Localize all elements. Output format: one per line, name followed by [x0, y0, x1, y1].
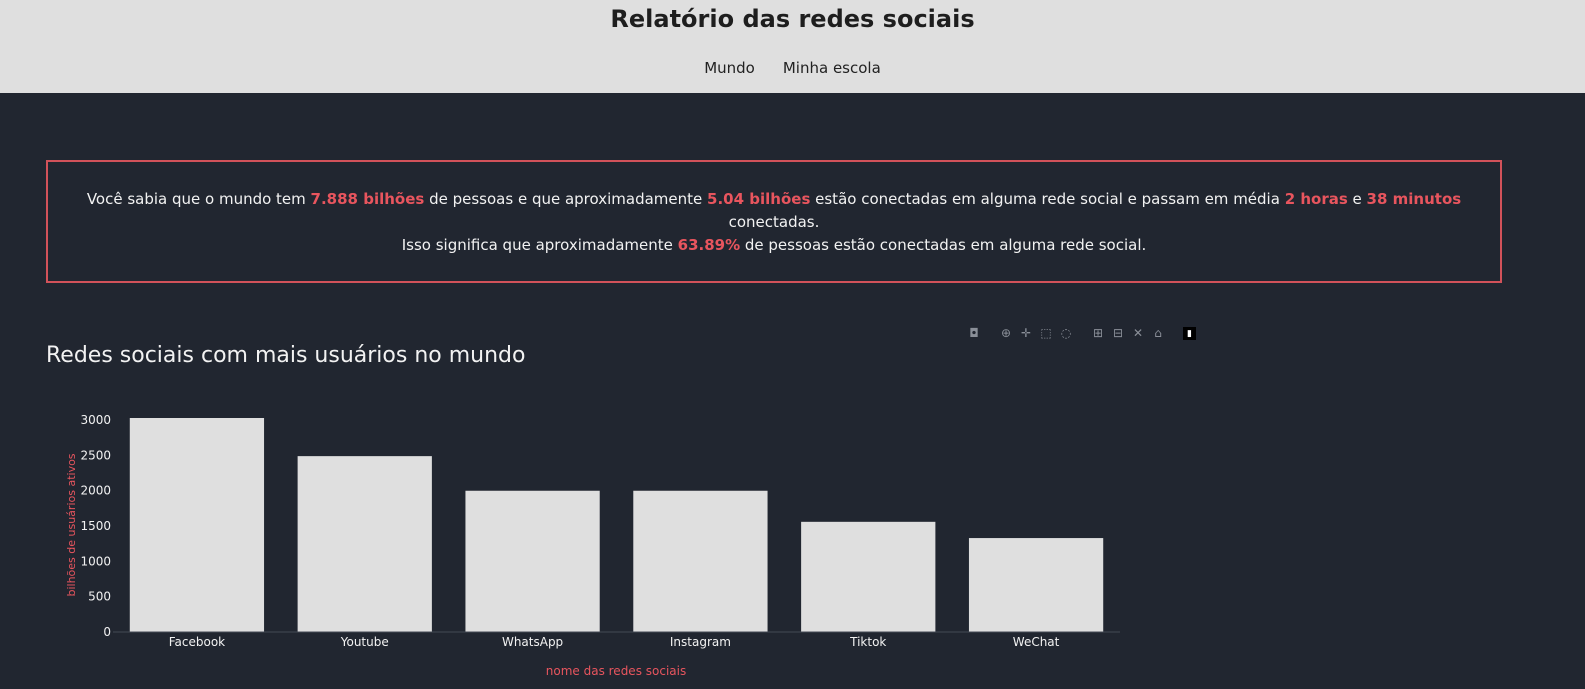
pan-icon[interactable]: ✛ — [1019, 326, 1033, 340]
info-line-2: Isso significa que aproximadamente 63.89… — [48, 234, 1500, 257]
info-text: conectadas. — [728, 213, 820, 231]
bar-whatsapp — [465, 490, 600, 632]
info-text: e — [1347, 190, 1367, 208]
x-axis-label: nome das redes sociais — [546, 664, 686, 678]
chart-modebar: ◘ ⊕ ✛ ⬚ ◌ ⊞ ⊟ ✕ ⌂ ▮ — [967, 326, 1196, 340]
x-tick-label: WeChat — [1013, 635, 1060, 649]
hours-value: 2 horas — [1284, 190, 1348, 208]
chart-title: Redes sociais com mais usuários no mundo — [46, 343, 526, 368]
bar-chart: 0 500 1000 1500 2000 2500 3000 Facebook Youtube W… — [65, 413, 1120, 678]
x-tick-label: Instagram — [670, 635, 731, 649]
y-tick-label: 1000 — [80, 554, 111, 568]
autoscale-icon[interactable]: ✕ — [1131, 326, 1145, 340]
lasso-icon[interactable]: ◌ — [1059, 326, 1073, 340]
bar-youtube — [297, 456, 432, 632]
nav-link-mundo[interactable]: Mundo — [704, 59, 755, 77]
connected-people-value: 5.04 bilhões — [707, 190, 811, 208]
camera-icon[interactable]: ◘ — [967, 326, 981, 340]
header: Relatório das redes sociais Mundo Minha … — [0, 0, 1585, 93]
y-tick-label: 3000 — [80, 413, 111, 427]
minutes-value: 38 minutos — [1366, 190, 1462, 208]
info-text: Você sabia que o mundo tem — [86, 190, 311, 208]
y-axis-label: bilhões de usuários ativos — [65, 453, 78, 596]
y-tick-label: 1500 — [80, 519, 111, 533]
bar-instagram — [633, 490, 768, 632]
info-text: de pessoas e que aproximadamente — [424, 190, 708, 208]
x-tick-label: Facebook — [169, 635, 225, 649]
x-tick-label: WhatsApp — [502, 635, 563, 649]
y-tick-label: 0 — [103, 625, 111, 639]
info-text: de pessoas estão conectadas em alguma re… — [740, 236, 1147, 254]
y-tick-label: 2000 — [80, 484, 111, 498]
info-text: Isso significa que aproximadamente — [401, 236, 678, 254]
info-box: Você sabia que o mundo tem 7.888 bilhões… — [46, 160, 1502, 283]
bar-wechat — [968, 538, 1104, 632]
x-tick-label: Youtube — [340, 635, 389, 649]
nav-link-minha-escola[interactable]: Minha escola — [783, 59, 881, 77]
box-select-icon[interactable]: ⬚ — [1039, 326, 1053, 340]
page-title: Relatório das redes sociais — [610, 5, 975, 33]
y-tick-label: 500 — [88, 590, 111, 604]
x-tick-label: Tiktok — [849, 635, 886, 649]
percentage-value: 63.89% — [677, 236, 741, 254]
zoom-icon[interactable]: ⊕ — [999, 326, 1013, 340]
reset-axes-icon[interactable]: ⌂ — [1151, 326, 1165, 340]
plotly-logo-icon[interactable]: ▮ — [1183, 326, 1196, 340]
nav-bar: Mundo Minha escola — [0, 59, 1585, 77]
y-tick-label: 2500 — [80, 448, 111, 462]
world-population-value: 7.888 bilhões — [310, 190, 425, 208]
zoom-in-icon[interactable]: ⊞ — [1091, 326, 1105, 340]
bar-tiktok — [801, 521, 936, 632]
info-text: estão conectadas em alguma rede social e… — [810, 190, 1285, 208]
bar-facebook — [129, 418, 265, 632]
info-line-1: Você sabia que o mundo tem 7.888 bilhões… — [48, 188, 1500, 234]
zoom-out-icon[interactable]: ⊟ — [1111, 326, 1125, 340]
